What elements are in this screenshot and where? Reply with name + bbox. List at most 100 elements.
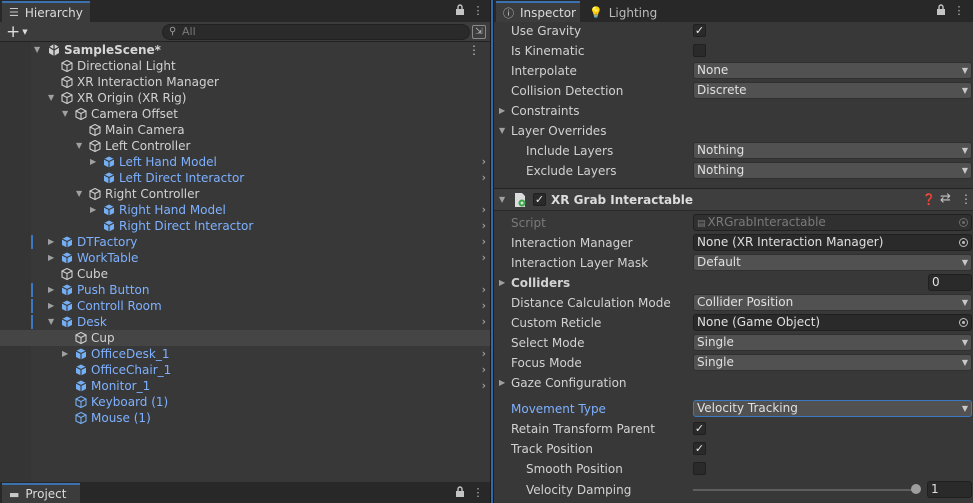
component-enabled-checkbox[interactable]: ✓ xyxy=(533,193,546,206)
chevron-right-icon[interactable]: › xyxy=(482,202,486,218)
tree-item-xr-interaction-manager[interactable]: XR Interaction Manager xyxy=(0,74,490,90)
foldout-arrow-icon[interactable]: ▼ xyxy=(499,121,505,141)
component-menu-icon[interactable]: ⋮ xyxy=(960,192,972,206)
chevron-right-icon[interactable]: › xyxy=(482,170,486,186)
search-options-icon[interactable]: ⇲ xyxy=(472,25,486,39)
tree-item-mouse[interactable]: Mouse (1) xyxy=(0,410,490,426)
scene-menu-icon[interactable]: ⋮ xyxy=(468,42,480,58)
use-gravity-checkbox[interactable]: ✓ xyxy=(693,24,706,37)
exclude-layers-dropdown[interactable]: Nothing ▼ xyxy=(693,162,972,179)
tree-item-keyboard[interactable]: Keyboard (1) xyxy=(0,394,490,410)
chevron-right-icon[interactable]: › xyxy=(482,298,486,314)
tree-item-directional-light[interactable]: Directional Light xyxy=(0,58,490,74)
tree-item-xr-origin[interactable]: ▼ XR Origin (XR Rig) xyxy=(0,90,490,106)
foldout-arrow-icon[interactable]: ▼ xyxy=(499,192,505,208)
velocity-damping-slider-track[interactable] xyxy=(693,489,915,491)
tree-item-worktable[interactable]: ▶ WorkTable › xyxy=(0,250,490,266)
tree-item-right-controller[interactable]: ▼ Right Controller xyxy=(0,186,490,202)
prefab-icon xyxy=(60,250,74,266)
tree-item-right-hand-model[interactable]: ▶ Right Hand Model › xyxy=(0,202,490,218)
chevron-right-icon[interactable]: › xyxy=(482,282,486,298)
chevron-right-icon[interactable]: › xyxy=(482,154,486,170)
presets-icon[interactable]: ⇄ xyxy=(940,191,951,206)
tree-item-cup[interactable]: Cup xyxy=(0,330,490,346)
tree-item-officedesk[interactable]: ▶ OfficeDesk_1 › xyxy=(0,346,490,362)
fold-arrow-icon[interactable]: ▼ xyxy=(48,90,58,106)
object-picker-icon[interactable] xyxy=(959,318,968,327)
prop-colliders[interactable]: ▶ Colliders 0 xyxy=(494,273,973,293)
scene-row[interactable]: ▼ SampleScene* ⋮ xyxy=(0,42,490,58)
tab-project[interactable]: ▬ Project xyxy=(2,483,80,503)
chevron-right-icon[interactable]: › xyxy=(482,362,486,378)
track-position-checkbox[interactable]: ✓ xyxy=(693,442,706,455)
prop-gaze-configuration[interactable]: ▶ Gaze Configuration xyxy=(494,373,973,393)
smooth-position-checkbox[interactable] xyxy=(693,462,706,475)
chevron-right-icon[interactable]: › xyxy=(482,314,486,330)
more-options-icon[interactable]: ⋮ xyxy=(952,4,966,18)
velocity-damping-slider-thumb[interactable] xyxy=(911,484,921,494)
fold-arrow-icon[interactable]: ▼ xyxy=(34,42,44,58)
focus-mode-dropdown[interactable]: Single ▼ xyxy=(693,354,972,371)
lock-icon[interactable] xyxy=(453,486,467,500)
tree-item-main-camera[interactable]: Main Camera xyxy=(0,122,490,138)
prop-layer-overrides[interactable]: ▼ Layer Overrides xyxy=(494,121,973,141)
chevron-right-icon[interactable]: › xyxy=(482,218,486,234)
collision-detection-dropdown[interactable]: Discrete ▼ xyxy=(693,82,972,99)
custom-reticle-field[interactable]: None (Game Object) xyxy=(693,314,972,331)
fold-arrow-icon[interactable]: ▼ xyxy=(76,138,86,154)
fold-arrow-icon[interactable]: ▼ xyxy=(76,186,86,202)
retain-transform-parent-checkbox[interactable]: ✓ xyxy=(693,422,706,435)
fold-arrow-icon[interactable]: ▶ xyxy=(90,154,100,170)
interaction-layer-mask-dropdown[interactable]: Default ▼ xyxy=(693,254,972,271)
interpolate-dropdown[interactable]: None ▼ xyxy=(693,62,972,79)
tree-item-left-direct-interactor[interactable]: Left Direct Interactor › xyxy=(0,170,490,186)
chevron-right-icon[interactable]: › xyxy=(482,250,486,266)
lock-icon[interactable] xyxy=(934,4,948,18)
search-field[interactable]: ⚲ All xyxy=(162,24,470,40)
distance-calc-dropdown[interactable]: Collider Position ▼ xyxy=(693,294,972,311)
tab-lighting[interactable]: 💡 Lighting xyxy=(582,1,662,22)
help-icon[interactable]: ❓ xyxy=(922,193,936,206)
fold-arrow-icon[interactable]: ▶ xyxy=(48,234,58,250)
select-mode-dropdown[interactable]: Single ▼ xyxy=(693,334,972,351)
chevron-right-icon[interactable]: › xyxy=(482,234,486,250)
fold-arrow-icon[interactable]: ▼ xyxy=(48,314,58,330)
foldout-arrow-icon[interactable]: ▶ xyxy=(499,101,505,121)
tree-item-cube[interactable]: Cube xyxy=(0,266,490,282)
chevron-right-icon[interactable]: › xyxy=(482,346,486,362)
fold-arrow-icon[interactable]: ▶ xyxy=(90,202,100,218)
fold-arrow-icon[interactable]: ▶ xyxy=(48,282,58,298)
movement-type-dropdown[interactable]: Velocity Tracking ▼ xyxy=(693,400,972,417)
tree-item-officechair[interactable]: OfficeChair_1 › xyxy=(0,362,490,378)
tree-item-dtfactory[interactable]: ▶ DTFactory › xyxy=(0,234,490,250)
tree-item-desk[interactable]: ▼ Desk › xyxy=(0,314,490,330)
tree-item-push-button[interactable]: ▶ Push Button › xyxy=(0,282,490,298)
more-options-icon[interactable]: ⋮ xyxy=(471,4,485,18)
include-layers-dropdown[interactable]: Nothing ▼ xyxy=(693,142,972,159)
interaction-manager-field[interactable]: None (XR Interaction Manager) xyxy=(693,234,972,251)
add-button[interactable]: + ▼ xyxy=(4,23,32,41)
tree-item-right-direct-interactor[interactable]: Right Direct Interactor › xyxy=(0,218,490,234)
tab-hierarchy[interactable]: ☰ Hierarchy xyxy=(2,1,90,22)
tree-item-monitor[interactable]: Monitor_1 › xyxy=(0,378,490,394)
fold-arrow-icon[interactable]: ▶ xyxy=(48,250,58,266)
foldout-arrow-icon[interactable]: ▶ xyxy=(499,373,505,393)
object-picker-icon[interactable] xyxy=(959,238,968,247)
chevron-right-icon[interactable]: › xyxy=(482,378,486,394)
prop-constraints[interactable]: ▶ Constraints xyxy=(494,101,973,121)
fold-arrow-icon[interactable]: ▶ xyxy=(62,346,72,362)
colliders-size-field[interactable]: 0 xyxy=(928,274,972,291)
tree-item-controll-room[interactable]: ▶ Controll Room › xyxy=(0,298,490,314)
tree-item-left-controller[interactable]: ▼ Left Controller xyxy=(0,138,490,154)
tree-item-left-hand-model[interactable]: ▶ Left Hand Model › xyxy=(0,154,490,170)
foldout-arrow-icon[interactable]: ▶ xyxy=(499,273,505,293)
component-header-xr-grab-interactable[interactable]: ▼ ✓ XR Grab Interactable ❓ ⇄ ⋮ xyxy=(494,188,973,211)
more-options-icon[interactable]: ⋮ xyxy=(471,486,485,500)
velocity-damping-field[interactable]: 1 xyxy=(927,481,972,498)
tab-inspector[interactable]: ⓘ Inspector xyxy=(496,1,580,22)
is-kinematic-checkbox[interactable] xyxy=(693,44,706,57)
lock-icon[interactable] xyxy=(453,4,467,18)
fold-arrow-icon[interactable]: ▶ xyxy=(48,298,58,314)
tree-item-camera-offset[interactable]: ▼ Camera Offset xyxy=(0,106,490,122)
fold-arrow-icon[interactable]: ▼ xyxy=(62,106,72,122)
